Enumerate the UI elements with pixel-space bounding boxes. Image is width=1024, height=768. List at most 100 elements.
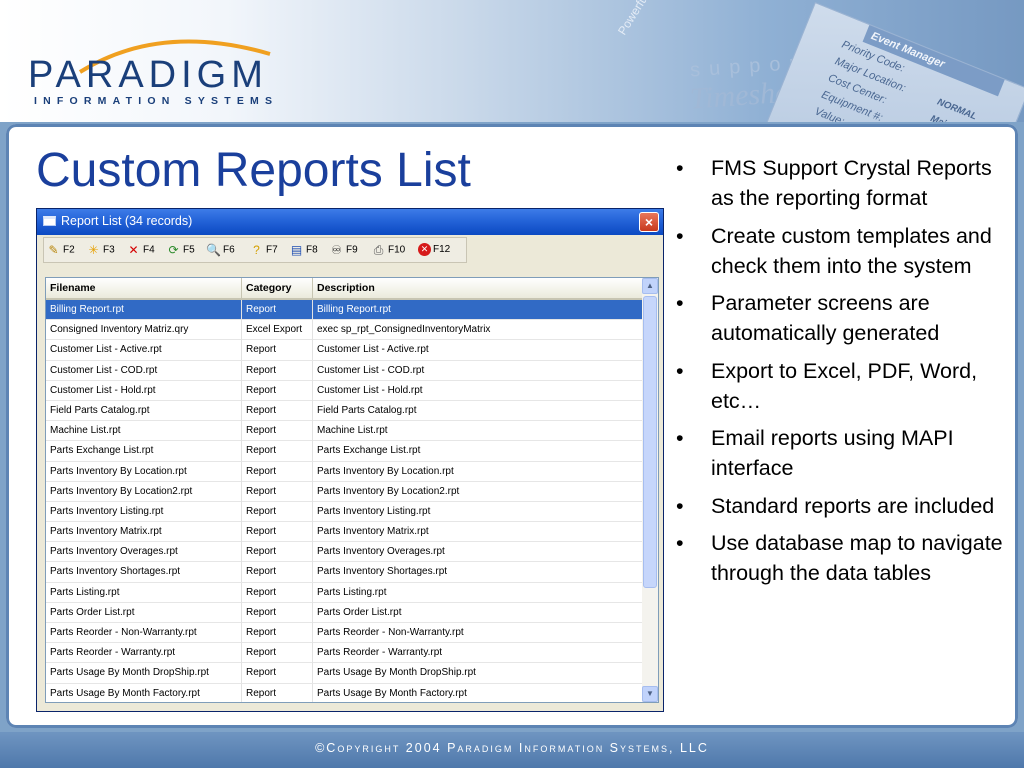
table-row[interactable]: Consigned Inventory Matriz.qry Excel Expo… [46,320,644,341]
cell-filename: Parts Exchange List.rpt [46,441,242,462]
toolbar-button-f10[interactable]: ⎙ F10 [371,241,406,259]
cell-description: Billing Report.rpt [313,300,644,320]
table-row[interactable]: Parts Exchange List.rpt Report Parts Excha… [46,441,644,462]
bullet-icon: • [676,358,684,383]
toolbar-button-label: F6 [223,244,235,256]
print-preview-icon: 🔍 [206,243,221,257]
cell-filename: Customer List - COD.rpt [46,360,242,381]
cell-description: Parts Inventory Listing.rpt [313,501,644,522]
bullet-text: Standard reports are included [711,493,995,518]
toolbar-button-f9[interactable]: ♾ F9 [329,241,358,259]
scroll-up-button[interactable]: ▲ [642,278,658,294]
header-event-manager-card: Event Manager Priority Code: Major Locat… [761,2,1024,122]
cell-category: Report [242,441,313,462]
cell-filename: Parts Order List.rpt [46,602,242,623]
toolbar-button-label: F8 [306,244,318,256]
table-row[interactable]: Parts Inventory By Location.rpt Report Par… [46,461,644,482]
cell-description: Parts Reorder - Non-Warranty.rpt [313,623,644,643]
table-row[interactable]: Parts Reorder - Non-Warranty.rpt Report Pa… [46,623,644,644]
table-row[interactable]: Billing Report.rpt Report Billing Report.r… [46,300,644,321]
cell-filename: Consigned Inventory Matriz.qry [46,320,242,341]
table-row[interactable]: Parts Usage By Month DropShip.rpt Report P… [46,663,644,684]
table-row[interactable]: Parts Reorder - Warranty.rpt Report Parts … [46,643,644,664]
table-row[interactable]: Parts Inventory Shortages.rpt Report Parts… [46,562,644,583]
cell-category: Report [242,542,313,563]
toolbar-button-f5[interactable]: ⟳ F5 [166,241,194,259]
toolbar-button-f6[interactable]: 🔍 F6 [206,241,235,259]
bullet-icon: • [676,426,684,450]
table-row[interactable]: Field Parts Catalog.rpt Report Field Parts… [46,400,644,422]
toolbar-button-label: F3 [103,244,115,256]
logo-wordmark: PARADIGM [28,54,268,96]
table-row[interactable]: Parts Usage By Month Factory.rpt Report Pa… [46,683,644,702]
scroll-thumb[interactable] [643,296,657,588]
cell-category: Report [242,501,313,522]
cell-description: Customer List - Hold.rpt [313,380,644,401]
toolbar-button-f8[interactable]: ▤ F8 [289,241,318,259]
cell-filename: Parts Inventory By Location2.rpt [46,481,242,502]
cell-category: Report [242,461,313,482]
cell-description: Parts Exchange List.rpt [313,441,644,462]
table-row[interactable]: Customer List - Active.rpt Report Customer… [46,340,644,361]
cell-category: Report [242,300,313,320]
cell-filename: Parts Usage By Month Factory.rpt [46,683,242,702]
report-list-window: Report List (34 records) × ✎ F2 ✳ F3 ✕ F4 ⟳ F5 🔍… [36,208,664,712]
table-row[interactable]: Parts Inventory By Location2.rpt Report Pa… [46,481,644,502]
bullet-text: Create custom templates and check them i… [711,223,992,278]
cell-filename: Customer List - Hold.rpt [46,380,242,401]
bullet-text: FMS Support Crystal Reports as the repor… [711,156,992,210]
vertical-scrollbar[interactable]: ▲ ▼ [642,278,658,702]
refresh-icon: ⟳ [168,243,179,257]
toolbar-button-label: F9 [346,244,358,256]
cell-filename: Parts Inventory Overages.rpt [46,542,242,563]
document-icon: ▤ [290,243,303,257]
cell-category: Report [242,683,313,702]
cell-description: Parts Reorder - Warranty.rpt [313,643,644,664]
cell-filename: Parts Inventory Listing.rpt [46,501,242,522]
cell-category: Report [242,522,313,543]
window-titlebar[interactable]: Report List (34 records) × [37,209,663,235]
table-row[interactable]: Parts Inventory Listing.rpt Report Parts I… [46,501,644,523]
table-row[interactable]: Parts Inventory Overages.rpt Report Parts … [46,542,644,563]
cell-filename: Parts Reorder - Non-Warranty.rpt [46,623,242,643]
cell-description: Customer List - Active.rpt [313,340,644,361]
toolbar-button-f7[interactable]: ? F7 [249,241,278,259]
bullet-icon: • [676,223,684,248]
bullet-item: • Standard reports are included [676,491,1006,521]
toolbar-button-f2[interactable]: ✎ F2 [46,241,75,259]
cell-category: Excel Export [242,320,313,341]
toolbar-button-f12[interactable]: ✕ F12 [418,241,450,259]
table-row[interactable]: Parts Listing.rpt Report Parts Listing.rpt [46,582,644,603]
column-header-description[interactable]: Description [313,278,644,298]
bullet-icon: • [676,291,684,315]
toolbar: ✎ F2 ✳ F3 ✕ F4 ⟳ F5 🔍 F6 ? F7 ▤ F8 ♾ F9 ⎙ F10 ✕ F12 [43,237,467,263]
close-button[interactable]: × [639,212,659,232]
printer-icon: ⎙ [373,243,384,257]
column-header-category[interactable]: Category [242,278,313,298]
toolbar-button-f3[interactable]: ✳ F3 [86,241,115,259]
column-header-filename[interactable]: Filename [46,278,242,298]
pencil-icon: ✎ [48,243,59,257]
scroll-down-button[interactable]: ▼ [642,686,658,702]
cell-filename: Parts Reorder - Warranty.rpt [46,643,242,664]
table-row[interactable]: Customer List - Hold.rpt Report Customer L… [46,380,644,401]
table-row[interactable]: Parts Inventory Matrix.rpt Report Parts In… [46,522,644,543]
cell-description: Parts Inventory By Location.rpt [313,461,644,482]
toolbar-button-f4[interactable]: ✕ F4 [126,241,154,259]
page-title: Custom Reports List [36,144,471,197]
bullet-text: Email reports using MAPI interface [711,426,954,480]
report-list[interactable]: Filename Category Description Billing Re… [45,277,659,703]
table-row[interactable]: Customer List - COD.rpt Report Customer Li… [46,360,644,381]
table-row[interactable]: Parts Order List.rpt Report Parts Order Li… [46,602,644,623]
table-row[interactable]: Machine List.rpt Report Machine List.rpt [46,421,644,442]
bullet-item: • FMS Support Crystal Reports as the repo… [676,153,1006,213]
cell-category: Report [242,380,313,401]
bullet-item: • Use database map to navigate through th… [676,528,1006,588]
cell-category: Report [242,360,313,381]
cell-category: Report [242,582,313,603]
toolbar-button-label: F12 [433,244,451,255]
cell-category: Report [242,421,313,442]
binoculars-icon: ♾ [331,243,342,257]
toolbar-button-label: F2 [63,244,75,256]
cell-filename: Parts Listing.rpt [46,582,242,603]
